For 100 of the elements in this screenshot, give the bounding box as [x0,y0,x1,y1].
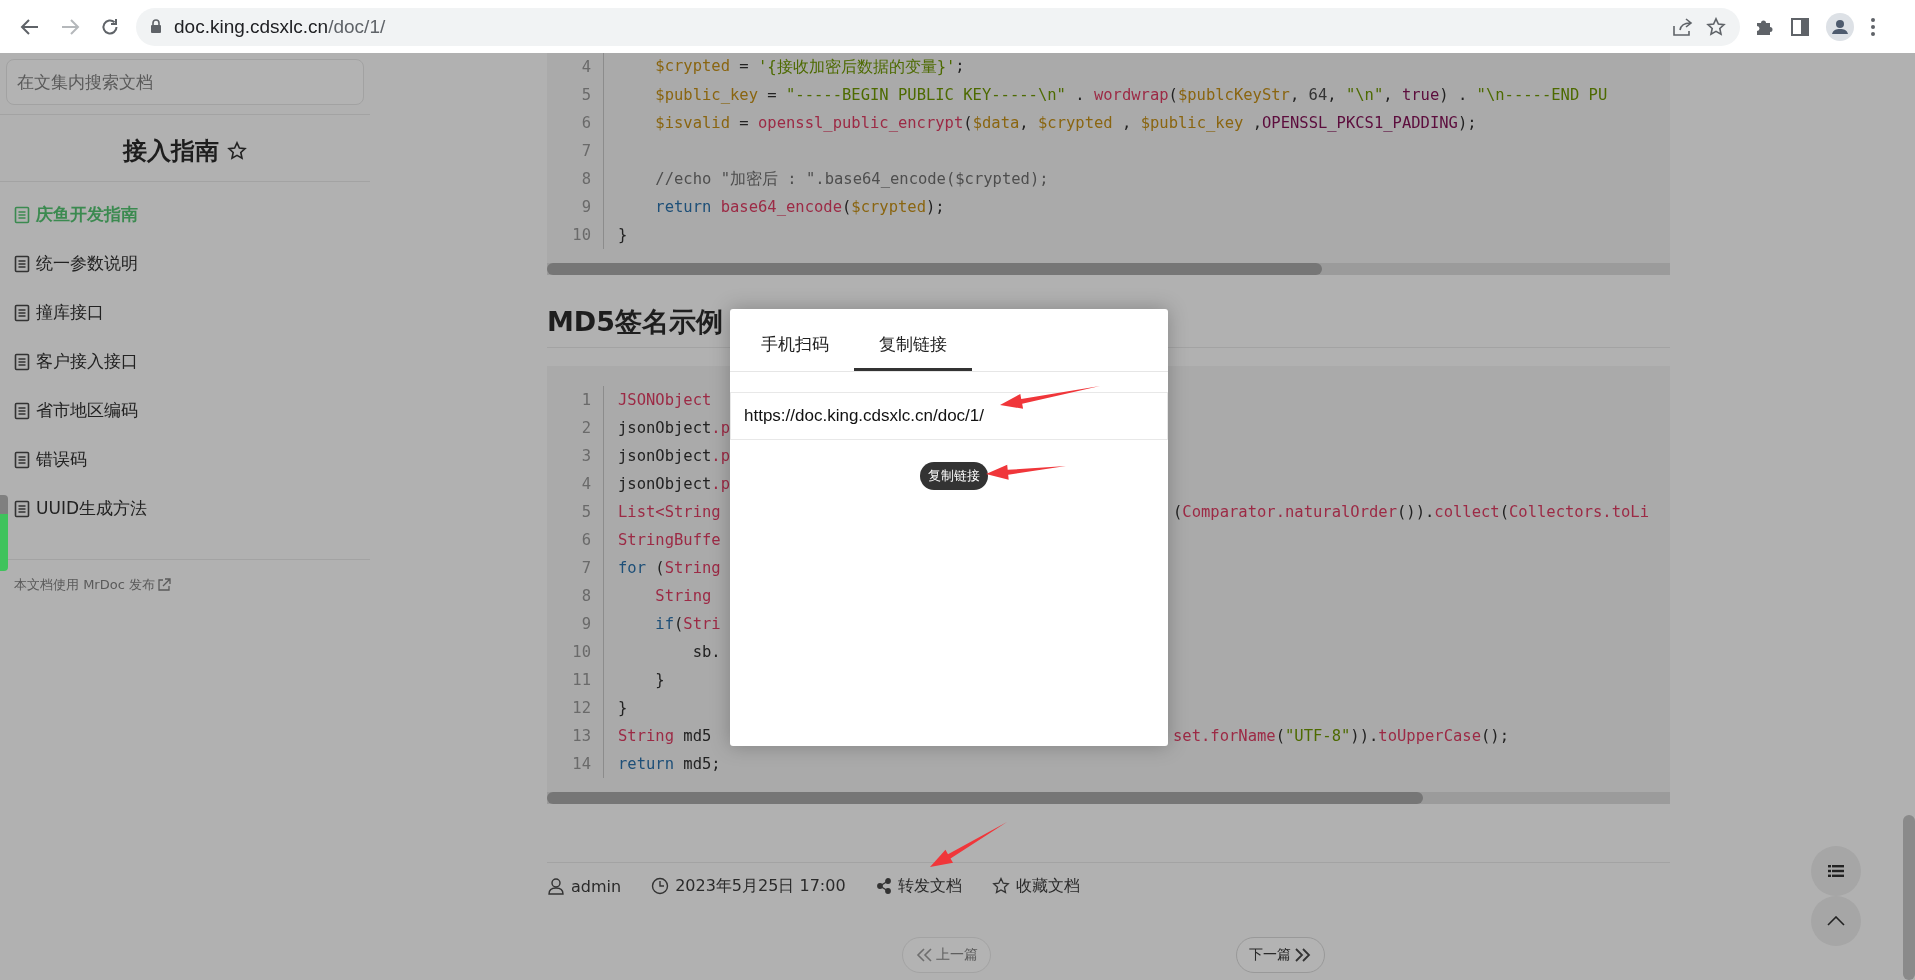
reload-icon[interactable] [100,16,120,37]
code-token: ( [674,615,684,633]
star-icon [991,877,1010,895]
code-token: String [654,587,712,605]
side-panel-icon[interactable] [1790,16,1810,37]
star-icon[interactable] [227,141,247,161]
code-token: $publcKeyStr [1177,86,1290,104]
line-number: 1 [547,386,604,414]
toc-button[interactable] [1811,846,1861,896]
line-number: 5 [547,498,604,526]
collection-title: 接入指南 [123,136,219,167]
dialog-tab[interactable]: 手机扫码 [736,309,854,371]
code-token: . [1074,86,1086,104]
code-token: openssl_public_encrypt [758,114,964,132]
code-token: if [654,615,674,633]
code-token: for [618,559,646,577]
meta-text[interactable]: 转发文档 [897,875,962,897]
code-token: ( [1275,727,1285,745]
document-icon [14,254,30,273]
meta-text: admin [571,876,622,896]
code-token: , [1019,114,1030,132]
code-token: = [766,86,778,104]
sidebar-item[interactable]: UUID生成方法 [14,484,370,533]
code-token: = [738,56,750,77]
line-number: 8 [547,582,604,610]
line-number: 3 [547,442,604,470]
code-token: ( [963,114,973,132]
code-token: Stri [683,615,721,633]
scrollbar[interactable] [547,263,1670,275]
code-token: wordwrap [1093,86,1169,104]
code-token: jsonObject [618,447,712,465]
side-handle[interactable] [0,495,8,571]
line-number: 7 [547,554,604,582]
line-number: 9 [547,193,604,221]
code-token: $public_key [1140,114,1244,132]
code-token: ) . [1439,86,1469,104]
address-bar[interactable]: doc.king.cdsxlc.cn/doc/1/ [136,7,1740,46]
code-token: = [738,114,750,132]
code-token: $crypted [654,56,730,77]
line-number: 4 [547,53,604,81]
code-token: $data [972,114,1020,132]
code-token: $public_key [654,86,758,104]
line-number: 10 [547,221,604,249]
code-token: $crypted [851,198,926,216]
line-number: 5 [547,81,604,109]
line-number: 13 [547,722,604,750]
code-token: "\n-----END PU [1476,86,1608,104]
copy-link-button[interactable]: 复制链接 [920,462,988,490]
back-icon[interactable] [20,16,40,37]
sidebar-item[interactable]: 客户接入接口 [14,337,370,386]
link-field[interactable]: https://doc.king.cdsxlc.cn/doc/1/ [730,392,1168,440]
code-token: .p [711,475,730,493]
code-token: ( [1168,86,1178,104]
meta-text[interactable]: 收藏文档 [1015,875,1080,897]
code-token: } [618,226,628,244]
avatar-icon[interactable] [1826,12,1854,41]
page-scrollbar[interactable] [1903,815,1915,980]
line-number: 14 [547,750,604,778]
code-token: return [618,755,674,773]
document-icon [14,499,30,518]
lock-icon [150,19,162,34]
list-icon [1828,865,1844,877]
bookmark-star-icon[interactable] [1706,16,1726,37]
code-token: (); [1481,727,1509,745]
code-token: md5 [682,727,712,745]
document-icon [14,205,30,224]
line-number: 8 [547,165,604,193]
code-token: "UTF-8" [1285,727,1351,745]
share-icon[interactable] [1672,16,1694,37]
line-number: 2 [547,414,604,442]
code-token: 64 [1308,86,1328,104]
code-token: "\n" [1345,86,1384,104]
sidebar-item[interactable]: 撞库接口 [14,288,370,337]
code-token: sb. [691,643,721,661]
code-token: } [654,671,665,689]
line-number: 11 [547,666,604,694]
code-token: "-----BEGIN PUBLIC KEY-----\n" [786,86,1066,104]
chevron-up-icon [1827,916,1845,926]
search-field[interactable]: 在文集内搜索文档 [6,59,364,105]
menu-icon[interactable] [1870,16,1876,37]
document-icon [14,303,30,322]
document-icon [14,352,30,371]
dialog-tab[interactable]: 复制链接 [854,309,972,371]
code-token: String [664,559,721,577]
line-number: 10 [547,638,604,666]
code-token: ( [1173,503,1183,521]
url-text: doc.king.cdsxlc.cn/doc/1/ [174,15,386,38]
code-token: md5; [682,755,721,773]
sidebar-item[interactable]: 错误码 [14,435,370,484]
sidebar-item[interactable]: 省市地区编码 [14,386,370,435]
line-number: 12 [547,694,604,722]
next-button[interactable]: 下一篇 [1236,937,1325,973]
code-token: ( [1499,503,1509,521]
sidebar-item[interactable]: 统一参数说明 [14,239,370,288]
scrollbar[interactable] [547,792,1670,804]
code-token: ); [926,198,945,216]
external-link-icon[interactable] [156,578,171,592]
code-token: OPENSSL_PKCS1_PADDING [1261,114,1458,132]
code-token: collect [1434,503,1500,521]
line-number: 9 [547,610,604,638]
